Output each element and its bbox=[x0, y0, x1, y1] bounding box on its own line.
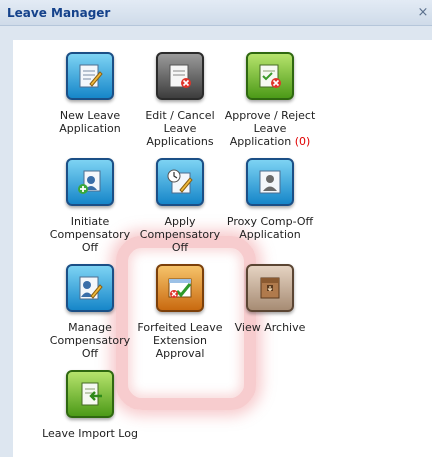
clock-document-icon bbox=[156, 158, 204, 206]
import-document-icon bbox=[66, 370, 114, 418]
tile-new-leave-application[interactable]: New Leave Application bbox=[42, 52, 138, 135]
document-cancel-icon bbox=[156, 52, 204, 100]
window-title: Leave Manager bbox=[7, 6, 111, 20]
tile-forfeited-leave-extension-approval[interactable]: Forfeited Leave Extension Approval bbox=[132, 264, 228, 360]
tile-label: Forfeited Leave Extension Approval bbox=[137, 321, 223, 360]
tile-label: Approve / Reject Leave Application (0) bbox=[222, 109, 318, 148]
leave-manager-window: Leave Manager × New Leave Application Ed… bbox=[0, 0, 432, 457]
user-document-icon bbox=[246, 158, 294, 206]
tile-view-archive[interactable]: View Archive bbox=[222, 264, 318, 334]
document-approve-reject-icon bbox=[246, 52, 294, 100]
close-icon[interactable]: × bbox=[416, 6, 430, 20]
tile-label: Manage Compensatory Off bbox=[49, 321, 131, 360]
tile-label: Apply Compensatory Off bbox=[139, 215, 221, 254]
tile-initiate-compensatory-off[interactable]: Initiate Compensatory Off bbox=[42, 158, 138, 254]
archive-box-icon bbox=[246, 264, 294, 312]
tile-label: Leave Import Log bbox=[42, 427, 138, 440]
window-titlebar: Leave Manager × bbox=[0, 0, 432, 26]
tile-label: Proxy Comp-Off Application bbox=[226, 215, 314, 241]
pending-count-badge: (0) bbox=[294, 135, 311, 148]
document-pencil-icon bbox=[66, 52, 114, 100]
tile-label: View Archive bbox=[234, 321, 306, 334]
tile-apply-compensatory-off[interactable]: Apply Compensatory Off bbox=[132, 158, 228, 254]
tile-manage-compensatory-off[interactable]: Manage Compensatory Off bbox=[42, 264, 138, 360]
tile-label: Initiate Compensatory Off bbox=[49, 215, 131, 254]
approve-check-icon bbox=[156, 264, 204, 312]
tile-edit-cancel-leave[interactable]: Edit / Cancel Leave Applications bbox=[132, 52, 228, 148]
tile-approve-reject-leave[interactable]: Approve / Reject Leave Application (0) bbox=[222, 52, 318, 148]
tile-label: Edit / Cancel Leave Applications bbox=[145, 109, 215, 148]
tile-leave-import-log[interactable]: Leave Import Log bbox=[42, 370, 138, 440]
user-edit-icon bbox=[66, 264, 114, 312]
user-add-icon bbox=[66, 158, 114, 206]
tile-label: New Leave Application bbox=[59, 109, 121, 135]
tile-proxy-comp-off-application[interactable]: Proxy Comp-Off Application bbox=[222, 158, 318, 241]
